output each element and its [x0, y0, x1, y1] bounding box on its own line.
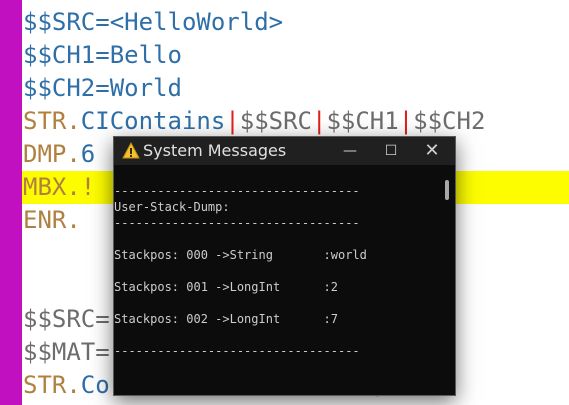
console-line: Stackpos: 002 ->LongInt :7 — [114, 312, 338, 326]
code-token: Co — [80, 371, 110, 399]
code-line: DMP.6 — [23, 138, 95, 171]
minimize-button[interactable]: — — [329, 137, 371, 165]
code-line: STR.CIContains|$$SRC|$$CH1|$$CH2 — [23, 105, 485, 138]
code-line: ENR. — [23, 204, 81, 237]
maximize-button[interactable]: ☐ — [370, 137, 412, 165]
code-line: $$MAT= — [23, 336, 110, 369]
code-token: | — [398, 107, 414, 135]
code-token: $$SRC — [239, 107, 312, 135]
code-line: $$SRC=<HelloWorld> — [23, 6, 283, 39]
system-messages-window[interactable]: System Messages — ☐ ✕ ------------------… — [113, 136, 456, 396]
code-token: $$CH1=Bello — [23, 41, 182, 69]
console-text: ---------------------------------- User-S… — [114, 183, 434, 359]
warning-triangle-icon — [122, 141, 140, 160]
console-line: ---------------------------------- — [114, 344, 360, 358]
window-titlebar[interactable]: System Messages — ☐ ✕ — [114, 137, 455, 165]
console-line: Stackpos: 001 ->LongInt :2 — [114, 280, 338, 294]
code-token: ENR. — [23, 206, 81, 234]
code-token: DMP. — [23, 140, 81, 168]
code-token: | — [312, 107, 327, 135]
code-token: ! — [80, 173, 96, 201]
code-token: MBX. — [23, 173, 81, 201]
code-token: 6 — [80, 140, 96, 168]
console-line: ---------------------------------- — [114, 184, 360, 198]
console-line: User-Stack-Dump: — [114, 200, 230, 214]
code-token: STR. — [23, 371, 81, 399]
code-token: $$CH1 — [326, 107, 399, 135]
code-token: $$MAT= — [23, 338, 110, 366]
editor-gutter — [0, 0, 22, 405]
code-token: CIContains — [80, 107, 226, 135]
close-button[interactable]: ✕ — [411, 137, 453, 165]
code-token: $$SRC=<HelloWorld> — [23, 8, 284, 36]
code-token: $$CH2=World — [23, 74, 182, 102]
code-line: $$CH2=World — [23, 72, 182, 105]
code-line: $$CH1=Bello — [23, 39, 182, 72]
code-line: $$SRC= — [23, 303, 110, 336]
code-token: | — [225, 107, 240, 135]
code-token: STR. — [23, 107, 81, 135]
console-line: ---------------------------------- — [114, 216, 360, 230]
code-token: $$CH2 — [413, 107, 486, 135]
code-token: $$SRC= — [23, 305, 110, 333]
console-scrollbar[interactable] — [445, 180, 449, 200]
window-title: System Messages — [143, 141, 287, 160]
console-line: Stackpos: 000 ->String :world — [114, 248, 367, 262]
console-output[interactable]: ---------------------------------- User-S… — [114, 165, 455, 395]
